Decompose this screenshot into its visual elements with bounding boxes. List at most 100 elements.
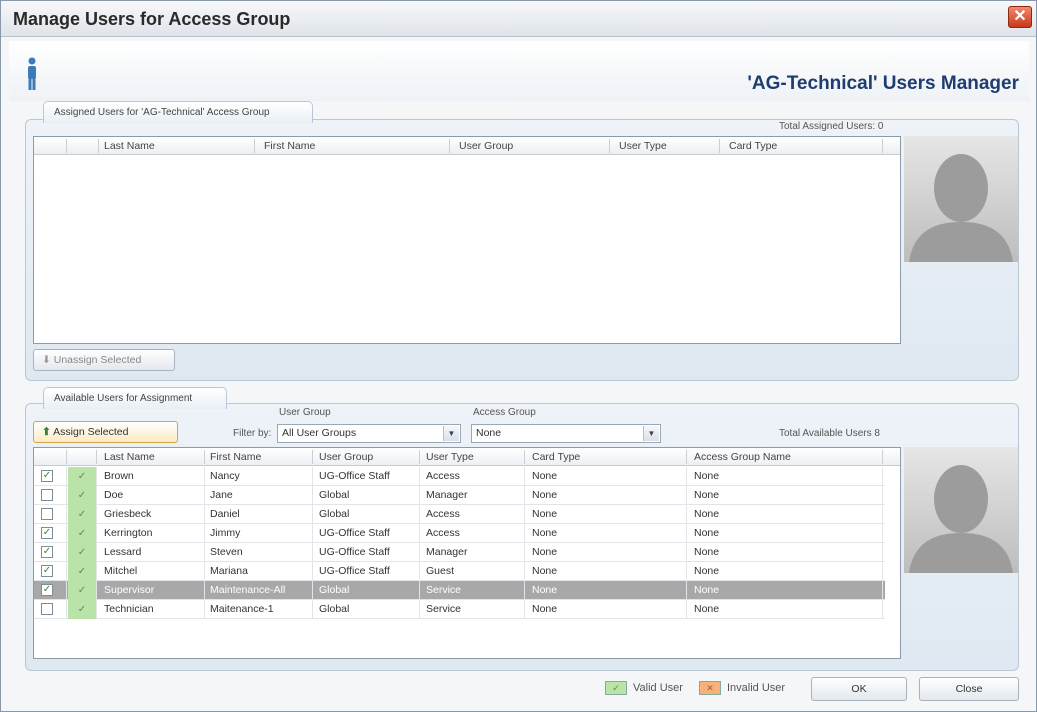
close-window-button[interactable]: ✕ bbox=[1008, 6, 1032, 28]
total-available-users: Total Available Users 8 bbox=[779, 428, 880, 439]
column-divider bbox=[686, 524, 687, 543]
cell-card: None bbox=[532, 489, 558, 501]
ok-button[interactable]: OK bbox=[811, 677, 907, 701]
column-divider bbox=[96, 467, 97, 486]
col-access-group-name[interactable]: Access Group Name bbox=[694, 451, 791, 463]
assigned-users-grid[interactable]: Last Name First Name User Group User Typ… bbox=[33, 136, 901, 344]
column-divider bbox=[419, 600, 420, 619]
valid-user-icon: ✓ bbox=[68, 524, 96, 543]
row-checkbox[interactable] bbox=[41, 489, 53, 501]
col-last-name[interactable]: Last Name bbox=[104, 451, 155, 463]
column-divider bbox=[96, 524, 97, 543]
column-divider bbox=[882, 543, 883, 562]
cell-group: Global bbox=[319, 489, 350, 501]
cell-first: Mariana bbox=[210, 565, 248, 577]
cell-last: Lessard bbox=[104, 546, 142, 558]
manager-title: 'AG-Technical' Users Manager bbox=[747, 73, 1019, 94]
col-last-name[interactable]: Last Name bbox=[104, 140, 155, 152]
column-divider bbox=[204, 543, 205, 562]
chevron-down-icon[interactable]: ▼ bbox=[643, 426, 659, 441]
cell-type: Service bbox=[426, 584, 462, 596]
table-row[interactable]: ✓ ✓ Kerrington Jimmy UG-Office Staff Access No… bbox=[34, 524, 885, 543]
available-user-photo bbox=[904, 447, 1018, 573]
column-divider bbox=[882, 562, 883, 581]
col-user-group[interactable]: User Group bbox=[459, 140, 513, 152]
col-user-group[interactable]: User Group bbox=[319, 451, 373, 463]
table-row[interactable]: ✓ Griesbeck Daniel Global Access None None bbox=[34, 505, 885, 524]
user-group-select[interactable]: All User Groups ▼ bbox=[277, 424, 461, 443]
table-row[interactable]: ✓ ✓ Mitchel Mariana UG-Office Staff Guest None… bbox=[34, 562, 885, 581]
cell-first: Jane bbox=[210, 489, 233, 501]
col-card-type[interactable]: Card Type bbox=[729, 140, 777, 152]
cell-card: None bbox=[532, 603, 558, 615]
row-checkbox[interactable]: ✓ bbox=[41, 470, 53, 482]
cell-access-group: None bbox=[694, 565, 720, 577]
cell-access-group: None bbox=[694, 546, 720, 558]
table-row[interactable]: ✓ ✓ Brown Nancy UG-Office Staff Access None Non… bbox=[34, 467, 885, 486]
person-icon bbox=[28, 57, 36, 90]
column-divider bbox=[524, 467, 525, 486]
table-row[interactable]: ✓ Technician Maitenance-1 Global Service None… bbox=[34, 600, 885, 619]
cell-type: Manager bbox=[426, 546, 468, 558]
valid-user-icon: ✓ bbox=[68, 467, 96, 486]
column-divider bbox=[66, 600, 67, 619]
column-divider bbox=[419, 581, 420, 600]
cell-first: Maitenance-1 bbox=[210, 603, 274, 615]
column-divider bbox=[312, 562, 313, 581]
available-users-grid[interactable]: Last Name First Name User Group User Typ… bbox=[33, 447, 901, 659]
row-checkbox[interactable]: ✓ bbox=[41, 584, 53, 596]
cell-type: Access bbox=[426, 470, 460, 482]
row-checkbox[interactable]: ✓ bbox=[41, 565, 53, 577]
col-user-type[interactable]: User Type bbox=[619, 140, 667, 152]
cell-access-group: None bbox=[694, 527, 720, 539]
table-row[interactable]: ✓ ✓ Lessard Steven UG-Office Staff Manager Non… bbox=[34, 543, 885, 562]
column-divider bbox=[66, 505, 67, 524]
row-checkbox[interactable]: ✓ bbox=[41, 546, 53, 558]
cell-card: None bbox=[532, 470, 558, 482]
table-row[interactable]: ✓ ✓ Supervisor Maintenance-All Global Service… bbox=[34, 581, 885, 600]
col-user-type[interactable]: User Type bbox=[426, 451, 474, 463]
column-divider bbox=[686, 467, 687, 486]
column-divider bbox=[96, 581, 97, 600]
row-checkbox[interactable] bbox=[41, 603, 53, 615]
access-group-select[interactable]: None ▼ bbox=[471, 424, 661, 443]
access-group-label: Access Group bbox=[473, 407, 536, 418]
assign-selected-button[interactable]: ⬆ Assign Selected bbox=[33, 421, 178, 443]
row-checkbox[interactable] bbox=[41, 508, 53, 520]
cell-last: Kerrington bbox=[104, 527, 153, 539]
unassign-selected-button[interactable]: ⬇ Unassign Selected bbox=[33, 349, 175, 371]
column-divider bbox=[204, 486, 205, 505]
window-title: Manage Users for Access Group bbox=[13, 9, 291, 29]
column-divider bbox=[204, 562, 205, 581]
col-card-type[interactable]: Card Type bbox=[532, 451, 580, 463]
column-divider bbox=[686, 543, 687, 562]
column-divider bbox=[686, 486, 687, 505]
cell-group: Global bbox=[319, 603, 350, 615]
valid-user-icon: ✓ bbox=[68, 543, 96, 562]
unassign-selected-label: Unassign Selected bbox=[53, 354, 142, 366]
column-divider bbox=[686, 600, 687, 619]
cell-card: None bbox=[532, 527, 558, 539]
cell-group: UG-Office Staff bbox=[319, 470, 390, 482]
column-divider bbox=[312, 486, 313, 505]
column-divider bbox=[524, 486, 525, 505]
row-checkbox[interactable]: ✓ bbox=[41, 527, 53, 539]
column-divider bbox=[419, 562, 420, 581]
cell-card: None bbox=[532, 565, 558, 577]
col-first-name[interactable]: First Name bbox=[264, 140, 315, 152]
table-row[interactable]: ✓ Doe Jane Global Manager None None bbox=[34, 486, 885, 505]
column-divider bbox=[686, 562, 687, 581]
column-divider bbox=[524, 543, 525, 562]
title-bar: Manage Users for Access Group ✕ bbox=[1, 1, 1036, 37]
close-button[interactable]: Close bbox=[919, 677, 1019, 701]
column-divider bbox=[312, 600, 313, 619]
cell-type: Access bbox=[426, 527, 460, 539]
invalid-user-label: Invalid User bbox=[727, 682, 786, 694]
cell-access-group: None bbox=[694, 603, 720, 615]
column-divider bbox=[204, 524, 205, 543]
column-divider bbox=[96, 486, 97, 505]
chevron-down-icon[interactable]: ▼ bbox=[443, 426, 459, 441]
col-first-name[interactable]: First Name bbox=[210, 451, 261, 463]
arrow-up-icon: ⬆ bbox=[42, 426, 51, 438]
valid-user-label: Valid User bbox=[633, 682, 683, 694]
